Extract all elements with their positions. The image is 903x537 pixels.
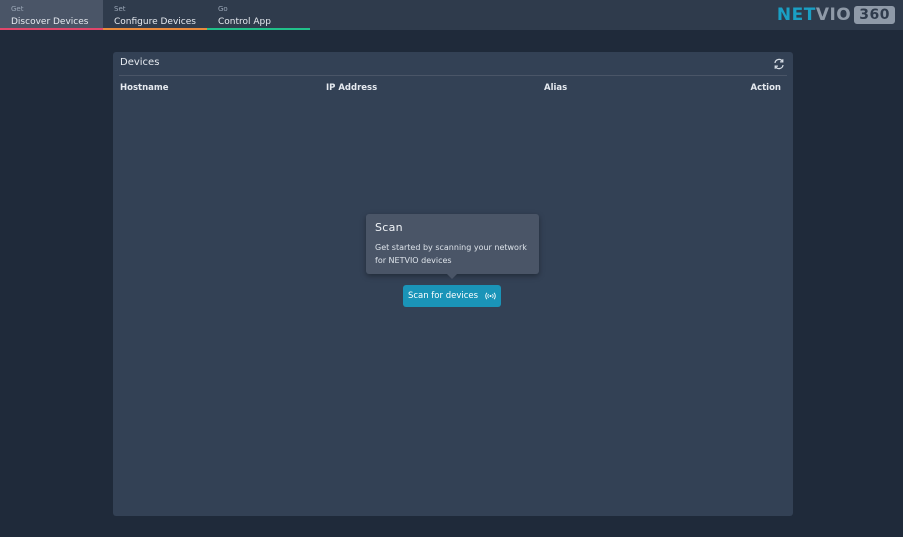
scan-tooltip: Scan Get started by scanning your networ…	[366, 214, 539, 279]
tab-step: Get	[11, 5, 24, 13]
tab-underline	[207, 28, 310, 30]
tab-control-app[interactable]: Go Control App	[207, 0, 310, 30]
tooltip-title: Scan	[375, 221, 403, 234]
refresh-icon[interactable]	[773, 58, 785, 70]
column-header-hostname: Hostname	[120, 83, 169, 93]
tab-step: Go	[218, 5, 228, 13]
logo-part-360: 360	[854, 6, 895, 24]
column-header-action: Action	[750, 83, 782, 93]
tab-underline	[103, 28, 207, 30]
tab-label: Discover Devices	[11, 17, 89, 27]
column-header-ip-address: IP Address	[326, 83, 378, 93]
tab-discover-devices[interactable]: Get Discover Devices	[0, 0, 103, 30]
broadcast-icon	[485, 292, 496, 300]
tab-step: Set	[114, 5, 126, 13]
logo-part-vio: VIO	[815, 5, 852, 25]
scan-for-devices-button[interactable]: Scan for devices	[403, 285, 501, 307]
netvio-logo: NET VIO 360	[776, 5, 895, 25]
panel-title: Devices	[120, 57, 160, 68]
tab-underline	[0, 28, 103, 30]
tab-configure-devices[interactable]: Set Configure Devices	[103, 0, 207, 30]
tooltip-body: Get started by scanning your network for…	[375, 243, 527, 265]
devices-panel: Devices Hostname IP Address Alias Action	[113, 52, 793, 516]
logo-part-net: NET	[776, 5, 816, 25]
tab-label: Configure Devices	[114, 17, 196, 27]
header-divider	[119, 75, 787, 76]
panel-header: Devices	[113, 52, 793, 76]
top-navigation-bar: Get Discover Devices Set Configure Devic…	[0, 0, 903, 30]
tab-label: Control App	[218, 17, 271, 27]
column-header-alias: Alias	[544, 83, 568, 93]
scan-button-label: Scan for devices	[407, 291, 479, 301]
